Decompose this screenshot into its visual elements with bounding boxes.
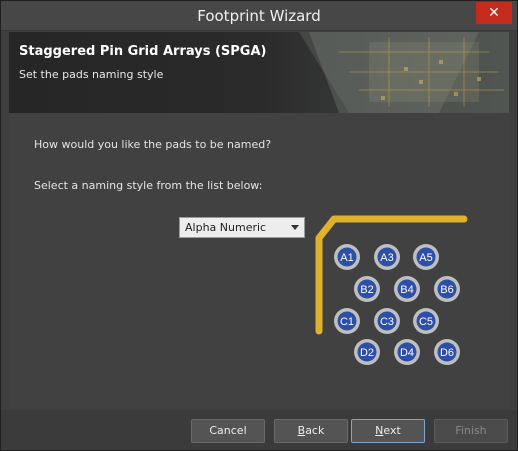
pad-label: D2 — [360, 347, 374, 359]
chevron-down-icon — [291, 225, 299, 230]
pad-c3: C3 — [374, 308, 400, 334]
finish-button: Finish — [434, 419, 508, 443]
back-button[interactable]: Back — [274, 419, 348, 443]
pad-a5: A5 — [413, 244, 439, 270]
pad-label: C5 — [419, 316, 433, 328]
footprint-wizard-window: Footprint Wizard ✕ Staggered Pin Grid Ar… — [0, 0, 518, 451]
pad-label: D6 — [440, 347, 454, 359]
pad-d6: D6 — [434, 339, 460, 365]
pad-b4: B4 — [394, 276, 420, 302]
naming-question: How would you like the pads to be named? — [34, 138, 272, 151]
pad-d2: D2 — [354, 339, 380, 365]
pad-c1: C1 — [334, 308, 360, 334]
naming-style-select[interactable]: Alpha Numeric — [179, 217, 305, 238]
pad-d4: D4 — [394, 339, 420, 365]
header-title: Staggered Pin Grid Arrays (SPGA) — [19, 44, 267, 59]
pad-b6: B6 — [434, 276, 460, 302]
wizard-header: Staggered Pin Grid Arrays (SPGA) Set the… — [9, 32, 509, 113]
header-subtitle: Set the pads naming style — [19, 68, 164, 81]
pad-c5: C5 — [413, 308, 439, 334]
pad-label: A3 — [380, 252, 393, 264]
pad-label: B2 — [360, 284, 373, 296]
naming-instruction: Select a naming style from the list belo… — [34, 179, 263, 192]
pad-label: C3 — [380, 316, 394, 328]
title-bar: Footprint Wizard ✕ — [1, 1, 517, 31]
pad-label: B6 — [440, 284, 453, 296]
pad-label: A1 — [340, 252, 353, 264]
wizard-footer: Cancel Back Next Finish — [1, 410, 517, 450]
pad-label: C1 — [340, 316, 354, 328]
pad-a3: A3 — [374, 244, 400, 270]
window-title: Footprint Wizard — [197, 7, 321, 25]
cancel-button[interactable]: Cancel — [191, 419, 265, 443]
pad-label: A5 — [419, 252, 432, 264]
wizard-content: How would you like the pads to be named?… — [9, 113, 509, 410]
naming-style-value: Alpha Numeric — [185, 221, 267, 234]
close-button[interactable]: ✕ — [476, 2, 512, 24]
pad-b2: B2 — [354, 276, 380, 302]
pad-label: B4 — [400, 284, 413, 296]
pad-a1: A1 — [334, 244, 360, 270]
pad-label: D4 — [400, 347, 414, 359]
close-icon: ✕ — [488, 5, 500, 21]
next-button[interactable]: Next — [351, 419, 425, 443]
pad-naming-preview: A1 A3 A5 B2 B4 B6 C1 C3 C5 D2 D4 D6 — [315, 215, 468, 365]
